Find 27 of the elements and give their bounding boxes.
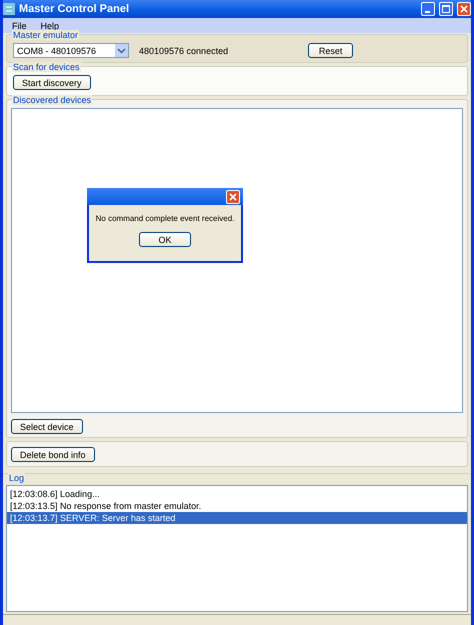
menu-item[interactable]: File [12, 20, 27, 30]
log-entry[interactable]: [12:03:13.7] SERVER: Server has started [7, 512, 467, 524]
close-button[interactable] [226, 190, 240, 204]
delete-bond-button[interactable]: Delete bond info [11, 447, 95, 462]
log-entry[interactable]: [12:03:13.5] No response from master emulator. [7, 500, 467, 512]
close-icon [460, 5, 468, 13]
minimize-button[interactable] [421, 2, 435, 16]
group-label: Log [8, 473, 26, 483]
port-dropdown[interactable]: COM8 - 480109576 [13, 43, 129, 58]
maximize-icon [442, 5, 450, 13]
dialog-message: No command complete event received. [96, 214, 234, 223]
maximize-button[interactable] [439, 2, 453, 16]
log-entry[interactable]: [12:03:08.6] Loading... [7, 488, 467, 500]
select-device-button[interactable]: Select device [11, 419, 83, 434]
app-icon [3, 3, 15, 15]
menu-item[interactable]: Help [40, 20, 60, 30]
group-label: Master emulator [12, 30, 80, 40]
connection-status: 480109576 connected [139, 46, 228, 56]
start-discovery-button[interactable]: Start discovery [13, 75, 91, 90]
caret-icon [115, 44, 128, 57]
ok-button[interactable]: OK [139, 232, 191, 247]
window-title: Master Control Panel [19, 3, 130, 15]
group-label: Discovered devices [12, 95, 92, 105]
group-label: Scan for devices [12, 62, 81, 72]
close-button[interactable] [457, 2, 471, 16]
close-icon [229, 192, 237, 200]
reset-button[interactable]: Reset [308, 43, 354, 58]
